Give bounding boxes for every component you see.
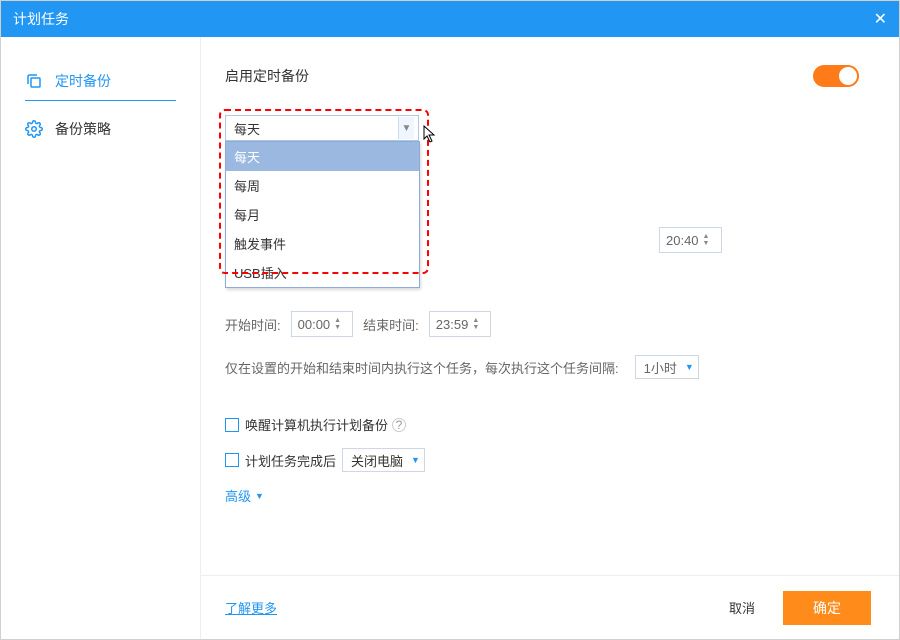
spinner-down-icon[interactable]: ▼ [703, 240, 715, 247]
start-time-input[interactable]: 00:00 ▲▼ [291, 311, 354, 337]
after-task-row[interactable]: 计划任务完成后 关闭电脑 ▼ [225, 448, 859, 472]
frequency-select[interactable]: 每天 ▼ [225, 115, 419, 141]
chevron-down-icon: ▼ [255, 491, 264, 501]
wake-checkbox-row[interactable]: 唤醒计算机执行计划备份 ? [225, 415, 859, 434]
end-time-label: 结束时间: [363, 315, 419, 334]
gear-icon [25, 120, 43, 138]
spinner-down-icon[interactable]: ▼ [334, 324, 346, 331]
time-spinner[interactable]: 20:40 ▲▼ [659, 227, 722, 253]
frequency-dropdown: 每天 每周 每月 触发事件 USB插入 [225, 141, 420, 288]
sidebar-item-label: 定时备份 [55, 71, 111, 91]
footer: 了解更多 取消 确定 [201, 575, 899, 639]
confirm-button[interactable]: 确定 [783, 591, 871, 625]
chevron-down-icon: ▼ [411, 455, 420, 465]
titlebar: 计划任务 ✕ [1, 1, 899, 37]
dropdown-option[interactable]: 每天 [226, 142, 419, 171]
end-time-input[interactable]: 23:59 ▲▼ [429, 311, 492, 337]
enable-toggle[interactable] [813, 65, 859, 87]
start-time-label: 开始时间: [225, 315, 281, 334]
frequency-value: 每天 [234, 119, 260, 138]
learn-more-link[interactable]: 了解更多 [225, 598, 277, 617]
copy-icon [25, 72, 43, 90]
spinner-down-icon[interactable]: ▼ [472, 324, 484, 331]
checkbox-icon[interactable] [225, 418, 239, 432]
chevron-down-icon: ▼ [398, 117, 414, 139]
close-icon[interactable]: ✕ [874, 9, 887, 29]
sidebar: 定时备份 备份策略 [1, 37, 201, 639]
enable-label: 启用定时备份 [225, 66, 309, 86]
spinner-up-icon[interactable]: ▲ [472, 317, 484, 324]
after-action-select[interactable]: 关闭电脑 ▼ [342, 448, 425, 472]
wake-label: 唤醒计算机执行计划备份 [245, 415, 388, 434]
dropdown-option[interactable]: USB插入 [226, 258, 419, 287]
sidebar-item-scheduled-backup[interactable]: 定时备份 [1, 57, 200, 105]
sidebar-item-backup-policy[interactable]: 备份策略 [1, 105, 200, 153]
advanced-link[interactable]: 高级 ▼ [225, 486, 264, 505]
interval-select[interactable]: 1小时 ▼ [635, 355, 699, 379]
after-label: 计划任务完成后 [245, 451, 336, 470]
spinner-up-icon[interactable]: ▲ [703, 233, 715, 240]
window-title: 计划任务 [13, 9, 69, 29]
cursor-icon [423, 125, 437, 148]
help-icon[interactable]: ? [392, 418, 406, 432]
dropdown-option[interactable]: 每月 [226, 200, 419, 229]
sidebar-item-label: 备份策略 [55, 119, 111, 139]
dropdown-option[interactable]: 每周 [226, 171, 419, 200]
spinner-up-icon[interactable]: ▲ [334, 317, 346, 324]
time-value: 20:40 [666, 233, 699, 248]
chevron-down-icon: ▼ [685, 362, 694, 372]
interval-text: 仅在设置的开始和结束时间内执行这个任务，每次执行这个任务间隔: [225, 358, 619, 377]
cancel-button[interactable]: 取消 [729, 598, 755, 617]
checkbox-icon[interactable] [225, 453, 239, 467]
dropdown-option[interactable]: 触发事件 [226, 229, 419, 258]
